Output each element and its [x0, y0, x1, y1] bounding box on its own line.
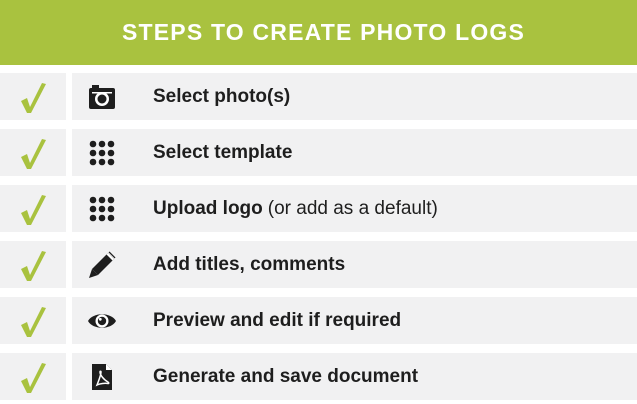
- column-divider: [66, 185, 72, 232]
- pencil-icon: [86, 249, 118, 281]
- checkmark-icon: [0, 129, 66, 176]
- checkmark-icon: [0, 73, 66, 120]
- eye-icon: [86, 305, 118, 337]
- grid-dots-icon: [86, 193, 118, 225]
- step-row-add-titles: Add titles, comments: [0, 241, 637, 288]
- step-row-upload-logo: Upload logo (or add as a default): [0, 185, 637, 232]
- step-title: Select photo(s): [153, 85, 291, 107]
- step-note: (or add as a default): [267, 197, 438, 219]
- step-label: Add titles, comments: [153, 241, 345, 288]
- column-divider: [66, 129, 72, 176]
- photo-log-steps-card: STEPS TO CREATE PHOTO LOGS Select photo(…: [0, 0, 637, 404]
- checkmark-icon: [0, 353, 66, 400]
- column-divider: [66, 297, 72, 344]
- column-divider: [66, 353, 72, 400]
- step-label: Select template: [153, 129, 292, 176]
- step-title: Add titles, comments: [153, 253, 346, 275]
- column-divider: [66, 241, 72, 288]
- checkmark-icon: [0, 185, 66, 232]
- step-label: Generate and save document: [153, 353, 418, 400]
- step-label: Select photo(s): [153, 73, 290, 120]
- step-title: Generate and save document: [153, 365, 419, 387]
- step-row-generate: Generate and save document: [0, 353, 637, 400]
- page-title: STEPS TO CREATE PHOTO LOGS: [121, 19, 526, 45]
- step-label: Preview and edit if required: [153, 297, 401, 344]
- column-divider: [66, 73, 72, 120]
- step-row-select-photos: Select photo(s): [0, 73, 637, 120]
- step-title: Preview and edit if required: [153, 309, 402, 331]
- step-row-select-template: Select template: [0, 129, 637, 176]
- step-label: Upload logo (or add as a default): [153, 185, 438, 232]
- checkmark-icon: [0, 241, 66, 288]
- step-row-preview: Preview and edit if required: [0, 297, 637, 344]
- step-title: Select template: [153, 141, 293, 163]
- header-banner: STEPS TO CREATE PHOTO LOGS: [0, 0, 637, 65]
- camera-icon: [86, 81, 118, 113]
- pdf-file-icon: [86, 361, 118, 393]
- checkmark-icon: [0, 297, 66, 344]
- grid-dots-icon: [86, 137, 118, 169]
- step-title: Upload logo: [153, 197, 263, 219]
